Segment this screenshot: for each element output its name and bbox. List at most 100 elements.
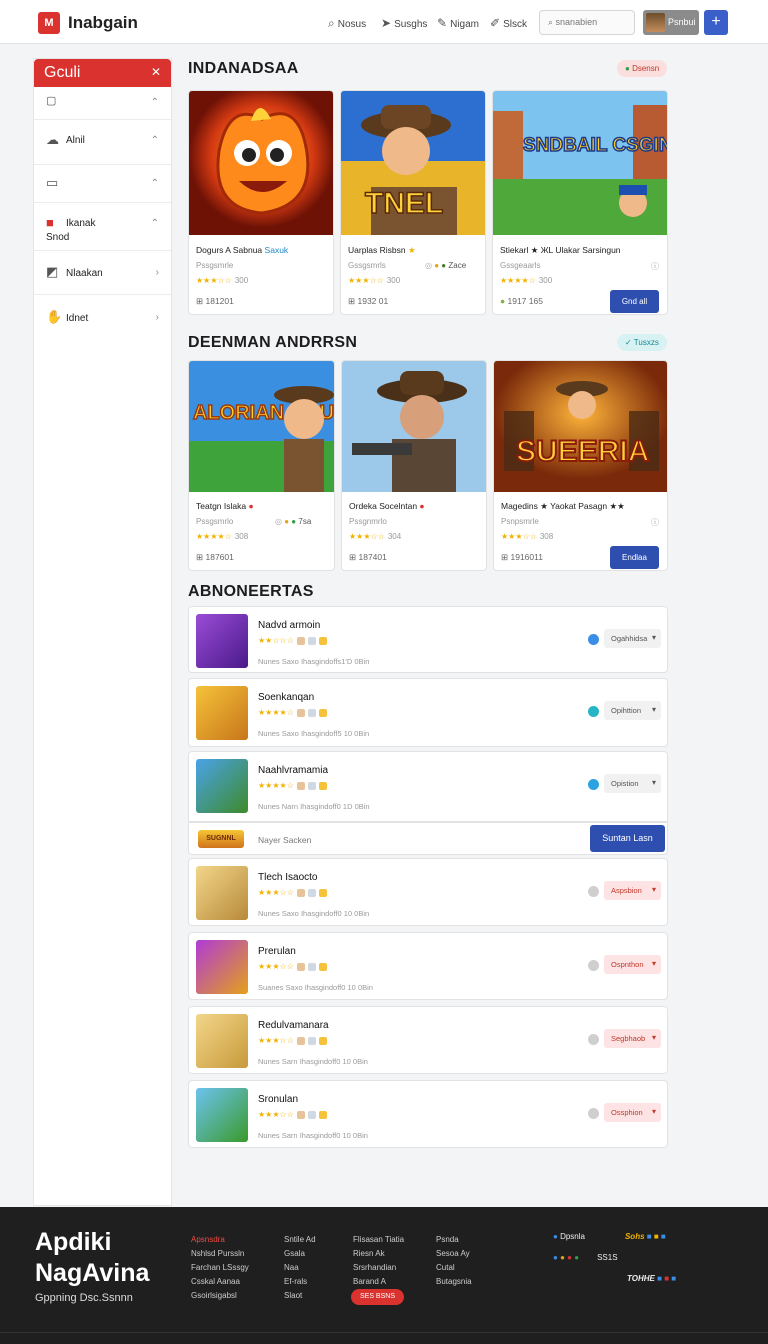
game-card[interactable]: SUEERIA Magedins ★ Yaokat Pasagn ★★ Psnp… (493, 360, 668, 571)
footer-link[interactable]: Flisasan Tiatia (353, 1233, 404, 1247)
sidebar-title: Gculi (44, 64, 81, 81)
promo-button[interactable]: Suntan Lasn (590, 825, 665, 852)
footer-link[interactable]: Riesn Ak (353, 1247, 404, 1261)
game-thumbnail (196, 866, 248, 920)
download-value: 1932 01 (357, 296, 389, 306)
game-name: Teatgn Islaka ● (196, 501, 254, 511)
rating-value: ★★★★☆ (258, 781, 294, 790)
social-icon[interactable]: ● (567, 1253, 572, 1262)
sidebar-item-ikanak[interactable]: ■ Ikanak Snod ⌃ (34, 203, 171, 251)
list-item[interactable]: Nadvd armoin ★★☆☆☆ Nunes Saxo Ihasgindoffs… (188, 606, 668, 673)
footer-link[interactable]: Srsrhandian (353, 1261, 404, 1275)
rating-value: ★★★★☆ (500, 276, 536, 285)
brand-logo[interactable]: ТОННЕ (627, 1274, 655, 1283)
social-row: ● Dpsnla Sohs ■ ■ ■ (553, 1232, 676, 1241)
footer-cta-button[interactable]: SES BSNS (351, 1289, 404, 1305)
list-item[interactable]: Soenkanqan ★★★★☆ Nunes Saxo Ihasgindoff5 1… (188, 678, 668, 747)
option-dropdown[interactable]: Ogahhidsa ▾ (604, 629, 661, 648)
footer-link[interactable]: Butagsnia (436, 1275, 472, 1289)
list-item[interactable]: Tlech Isaocto ★★★☆☆ Nunes Saxo Ihasgindoff… (188, 858, 668, 926)
search-input[interactable]: ⌕ snanabien (539, 10, 635, 35)
footer-link[interactable]: Ef-rals (284, 1275, 316, 1289)
nav-item-susghs[interactable]: ➤ Susghs (381, 16, 427, 30)
option-dropdown[interactable]: Opistion ▾ (604, 774, 661, 793)
option-dropdown[interactable]: Opihttion ▾ (604, 701, 661, 720)
app-logo[interactable]: M (38, 12, 60, 34)
list-item[interactable]: Redulvamanara ★★★☆☆ Nunes Sarn Ihasgindoff… (188, 1006, 668, 1074)
app-icon[interactable]: ■ (657, 1274, 662, 1283)
option-dropdown[interactable]: Ospnthon ▾ (604, 955, 661, 974)
app-title[interactable]: Inabgain (68, 13, 138, 33)
footer: Apdiki NagAvina Gppning Dsc.Ssnnn Apsnsdr… (0, 1207, 768, 1344)
game-card[interactable]: ALORIAN DOUDES Teatgn Islaka ● Pssgsmrlo… (188, 360, 335, 571)
user-menu-button[interactable]: Psnbui (643, 10, 699, 35)
social-icon[interactable]: ● (560, 1253, 565, 1262)
sidebar-item-alnil[interactable]: ☁ Alnil ⌃ (34, 120, 171, 165)
footer-link[interactable]: Farchan LSssgy (191, 1261, 249, 1275)
app-icon[interactable]: ■ (654, 1232, 659, 1241)
nav-item-nigam[interactable]: ✎ Nigam (437, 16, 479, 30)
download-value: 187601 (205, 552, 234, 562)
info-icon[interactable]: ⓘ (651, 517, 659, 528)
download-value: 1916011 (510, 552, 543, 562)
footer-link[interactable]: Apsnsdra (191, 1233, 249, 1247)
rating-count: 300 (234, 276, 249, 285)
game-card[interactable]: SNDBAIL CSGINGES Stiekarl ★ ЖL Ulakar Sa… (492, 90, 668, 315)
nav-item-nosus[interactable]: ⌕ Nosus (328, 16, 366, 31)
social-icon[interactable]: ● (553, 1253, 558, 1262)
list-item[interactable]: Prerulan ★★★☆☆ Suanes Saxo Ihasgindoff0 10… (188, 932, 668, 1000)
install-button[interactable]: Gnd all (610, 290, 659, 313)
social-label: Dpsnla (560, 1232, 585, 1241)
badge-group: ◎ ● ● Zace (425, 261, 467, 270)
game-card[interactable]: TNEL Uarplas Risbsn ★ Gssgsmrls ◎ ● ● Za… (340, 90, 486, 315)
footer-link[interactable]: Barand A (353, 1275, 404, 1289)
footer-link[interactable]: Slaot (284, 1289, 316, 1303)
section-badge[interactable]: ✓ Tusxzs (617, 334, 667, 351)
footer-link[interactable]: Gsala (284, 1247, 316, 1261)
sidebar-item-idnet[interactable]: ✋ Idnet › (34, 295, 171, 343)
rating-value: ★★★☆☆ (258, 962, 294, 971)
rating-value: ★★★☆☆ (501, 532, 537, 541)
info-icon[interactable]: ⓘ (651, 261, 659, 272)
brand-logo[interactable]: Sohs (625, 1232, 645, 1241)
footer-link[interactable]: Naa (284, 1261, 316, 1275)
footer-link[interactable]: Gsoirlsigabsl (191, 1289, 249, 1303)
section-badge[interactable]: ● Dsensn (617, 60, 668, 77)
download-count: ⊞ 1932 01 (348, 296, 388, 307)
sidebar-item-nlaakan[interactable]: ◩ Nlaakan › (34, 251, 171, 295)
badge-icon (318, 888, 327, 897)
game-name: Stiekarl ★ ЖL Ulakar Sarsingun (500, 245, 621, 256)
app-icon[interactable]: ■ (664, 1274, 669, 1283)
option-dropdown[interactable]: Ossphion ▾ (604, 1103, 661, 1122)
sidebar-item-square[interactable]: ▢ ⌃ (34, 87, 171, 120)
add-button[interactable]: + (704, 10, 728, 35)
app-icon[interactable]: ■ (647, 1232, 652, 1241)
option-dropdown[interactable]: Segbhaob ▾ (604, 1029, 661, 1048)
game-card[interactable]: Dogurs A Sabnua Saxuk Pssgsmrle ★★★☆☆ 300… (188, 90, 334, 315)
app-icon[interactable]: ■ (671, 1274, 676, 1283)
nav-item-slsck[interactable]: ✐ Slsck (490, 16, 527, 30)
list-item[interactable]: Naahlvramamia ★★★★☆ Nunes Narn Ihasgindoff… (188, 751, 668, 822)
badge-icon (296, 636, 305, 645)
footer-link[interactable]: Sntile Ad (284, 1233, 316, 1247)
footer-link[interactable]: Nshlsd Purssln (191, 1247, 249, 1261)
game-thumbnail: SNDBAIL CSGINGES (493, 91, 667, 235)
footer-link[interactable]: Cutal (436, 1261, 472, 1275)
game-card[interactable]: Ordeka Socelntan ● Pssgnmrlo ★★★☆☆ 304 ⊞ … (341, 360, 487, 571)
rating-stars: ★★★★☆ 308 (196, 532, 248, 541)
rating-count: 308 (539, 532, 554, 541)
footer-link[interactable]: Psnda (436, 1233, 472, 1247)
globe-icon[interactable]: ● (553, 1232, 560, 1241)
app-icon[interactable]: ■ (661, 1232, 666, 1241)
rating-value: ★★★☆☆ (196, 276, 232, 285)
list-item[interactable]: Sronulan ★★★☆☆ Nunes Sarn Ihasgindoff0 10 … (188, 1080, 668, 1148)
install-button[interactable]: Endlaa (610, 546, 659, 569)
rating-value: ★★★☆☆ (348, 276, 384, 285)
option-dropdown[interactable]: Aspsbion ▾ (604, 881, 661, 900)
sidebar-item-file[interactable]: ▭ ⌃ (34, 165, 171, 203)
rating-count: 300 (386, 276, 401, 285)
footer-link[interactable]: Csskal Aanaa (191, 1275, 249, 1289)
footer-link[interactable]: Sesoa Ay (436, 1247, 472, 1261)
close-icon[interactable]: ✕ (151, 65, 161, 79)
social-icon[interactable]: ● (574, 1253, 579, 1262)
